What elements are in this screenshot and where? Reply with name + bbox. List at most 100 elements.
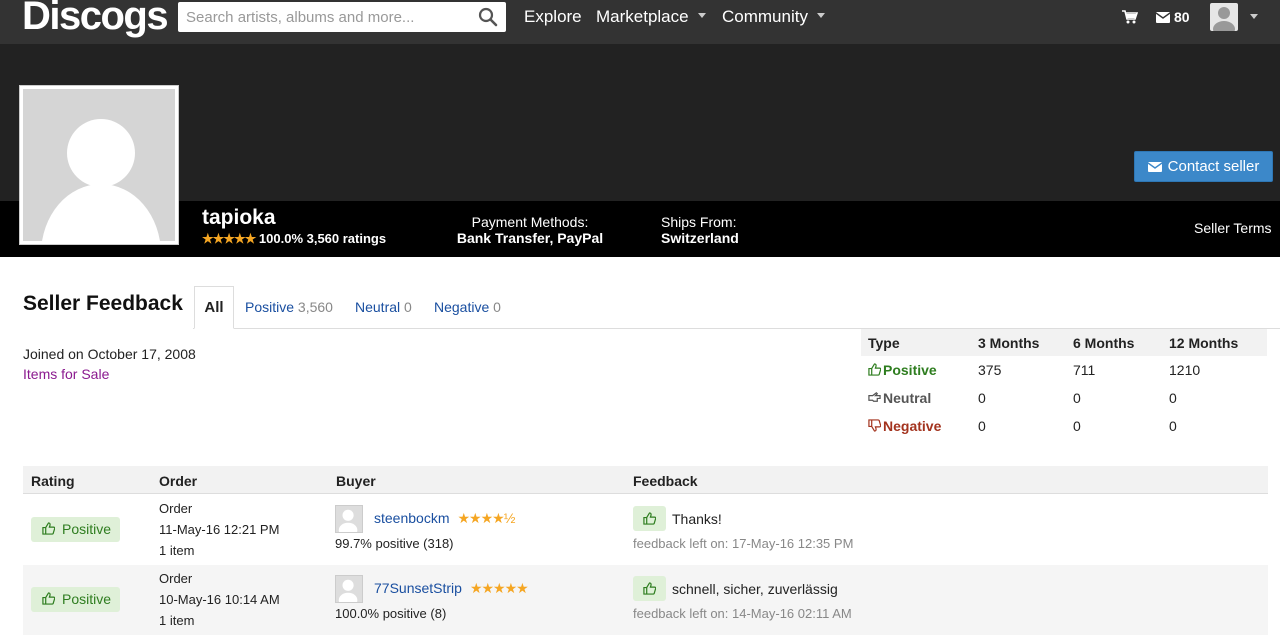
search-icon[interactable] — [478, 7, 498, 27]
envelope-icon — [1147, 162, 1162, 172]
contact-seller-button[interactable]: Contact seller — [1134, 151, 1273, 182]
order-date: 11-May-16 12:21 PM — [159, 522, 280, 537]
summary-header-12m: 12 Months — [1169, 335, 1239, 351]
feedback-date: feedback left on: 14-May-16 02:11 AM — [633, 606, 852, 621]
buyer-name-link[interactable]: 77SunsetStrip ★★★★★ — [374, 580, 529, 597]
order-items: 1 item — [159, 543, 195, 558]
thumbs-up-icon — [42, 522, 55, 535]
page-title: Seller Feedback — [23, 292, 183, 315]
mail-count[interactable]: 80 — [1174, 9, 1190, 25]
rating-stars: ★★★★★ — [202, 231, 256, 246]
search-input[interactable] — [178, 2, 468, 32]
top-navigation: Discogs Explore Marketplace Community 80 — [0, 0, 1280, 44]
header-buyer: Buyer — [336, 473, 376, 489]
tab-neutral-count: 0 — [404, 299, 412, 315]
summary-value: 0 — [1073, 390, 1081, 406]
tab-neutral-label: Neutral — [355, 299, 401, 315]
feedback-table-header: Rating Order Buyer Feedback — [23, 466, 1268, 494]
summary-value: 0 — [1169, 418, 1177, 434]
thumbs-up-icon — [643, 512, 656, 525]
header-order: Order — [159, 473, 198, 489]
feedback-comment: schnell, sicher, zuverlässig — [672, 581, 838, 597]
items-for-sale-link[interactable]: Items for Sale — [23, 366, 109, 382]
chevron-down-icon — [816, 13, 825, 19]
nav-marketplace-label: Marketplace — [596, 7, 689, 26]
buyer-rating-stars: ★★★★★ — [469, 580, 529, 596]
buyer-positive-percent: 99.7% positive (318) — [335, 536, 454, 551]
summary-row-negative: Negative 0 0 0 — [861, 412, 1267, 440]
seller-rating[interactable]: ★★★★★ 100.0% 3,560 ratings — [202, 231, 386, 247]
rating-badge-positive: Positive — [31, 517, 120, 542]
summary-header-row: Type 3 Months 6 Months 12 Months — [861, 329, 1267, 356]
nav-marketplace[interactable]: Marketplace — [596, 7, 706, 27]
order-info: Order 11-May-16 12:21 PM 1 item — [159, 498, 279, 561]
tab-all[interactable]: All — [194, 286, 234, 329]
rating-label: Positive — [62, 591, 112, 607]
feedback-rating-badge — [633, 506, 666, 531]
user-avatar[interactable] — [1210, 3, 1238, 31]
summary-value: 0 — [978, 418, 986, 434]
profile-banner — [0, 44, 1280, 201]
table-row: Positive Order 11-May-16 12:21 PM 1 item… — [23, 495, 1268, 565]
ships-from-label: Ships From: — [661, 214, 737, 230]
buyer-positive-percent: 100.0% positive (8) — [335, 606, 447, 621]
contact-seller-label: Contact seller — [1167, 158, 1260, 175]
nav-explore[interactable]: Explore — [524, 7, 582, 27]
seller-info-bar — [0, 201, 1280, 257]
buyer-avatar[interactable] — [335, 505, 363, 533]
mail-icon[interactable] — [1156, 12, 1170, 23]
summary-row-positive: Positive 375 711 1210 — [861, 356, 1267, 384]
ships-from-value: Switzerland — [661, 230, 739, 246]
seller-profile-picture — [19, 85, 179, 245]
buyer-rating-stars: ★★★★½ — [457, 510, 515, 526]
cart-icon[interactable] — [1122, 10, 1138, 24]
user-icon — [1213, 7, 1235, 31]
rating-badge-positive: Positive — [31, 587, 120, 612]
header-feedback: Feedback — [633, 473, 698, 489]
tab-negative[interactable]: Negative 0 — [434, 299, 501, 315]
tab-positive-label: Positive — [245, 299, 295, 315]
summary-type-label: Negative — [883, 418, 942, 434]
feedback-comment: Thanks! — [672, 511, 722, 527]
buyer-name: steenbockm — [374, 510, 450, 526]
tab-negative-label: Negative — [434, 299, 490, 315]
summary-value: 711 — [1073, 362, 1096, 378]
order-info: Order 10-May-16 10:14 AM 1 item — [159, 568, 280, 631]
neutral-hand-icon — [868, 392, 881, 402]
feedback-date: feedback left on: 17-May-16 12:35 PM — [633, 536, 854, 551]
user-icon — [42, 119, 160, 241]
tab-neutral[interactable]: Neutral 0 — [355, 299, 412, 315]
seller-terms-link[interactable]: Seller Terms — [1194, 220, 1272, 236]
summary-type-positive[interactable]: Positive — [868, 362, 937, 378]
rating-text: 100.0% 3,560 ratings — [258, 231, 387, 246]
summary-type-label: Neutral — [883, 390, 932, 406]
payment-methods-label: Payment Methods: — [471, 214, 589, 230]
summary-value: 375 — [978, 362, 1002, 378]
summary-type-neutral[interactable]: Neutral — [868, 390, 931, 406]
seller-username[interactable]: tapioka — [202, 206, 276, 230]
table-row: Positive Order 10-May-16 10:14 AM 1 item… — [23, 565, 1268, 635]
user-icon — [338, 579, 358, 602]
rating-label: Positive — [62, 521, 112, 537]
buyer-name-link[interactable]: steenbockm ★★★★½ — [374, 510, 515, 527]
chevron-down-icon[interactable] — [1250, 14, 1258, 19]
order-link[interactable]: Order — [159, 568, 280, 589]
tab-positive[interactable]: Positive 3,560 — [245, 299, 333, 315]
payment-methods: Payment Methods: Bank Transfer, PayPal — [455, 214, 605, 246]
summary-type-negative[interactable]: Negative — [868, 418, 941, 434]
buyer-avatar[interactable] — [335, 575, 363, 603]
summary-value: 0 — [1073, 418, 1081, 434]
header-rating: Rating — [31, 473, 75, 489]
summary-value: 0 — [1169, 390, 1177, 406]
feedback-summary-table: Type 3 Months 6 Months 12 Months Positiv… — [861, 329, 1267, 440]
buyer-name: 77SunsetStrip — [374, 580, 462, 596]
nav-community[interactable]: Community — [722, 7, 825, 27]
summary-header-6m: 6 Months — [1073, 335, 1135, 351]
summary-header-type: Type — [868, 335, 900, 351]
order-date: 10-May-16 10:14 AM — [159, 592, 280, 607]
tab-positive-count: 3,560 — [297, 299, 333, 315]
ships-from: Ships From: Switzerland — [661, 214, 739, 246]
order-link[interactable]: Order — [159, 498, 279, 519]
discogs-logo[interactable]: Discogs — [22, 0, 169, 39]
summary-value: 1210 — [1169, 362, 1201, 378]
